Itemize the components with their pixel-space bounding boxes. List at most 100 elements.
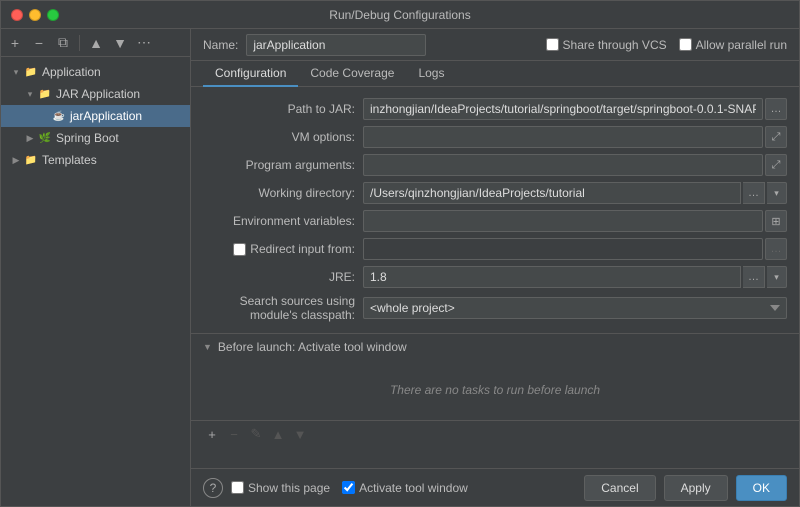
vm-options-row: VM options: ⤢ <box>191 123 799 151</box>
traffic-lights <box>11 9 59 21</box>
path-to-jar-browse-button[interactable]: … <box>765 98 787 120</box>
program-arguments-input[interactable] <box>363 154 763 176</box>
tab-configuration[interactable]: Configuration <box>203 61 298 87</box>
apply-button[interactable]: Apply <box>664 475 728 501</box>
tree-item-application[interactable]: ▾ 📁 Application <box>1 61 190 83</box>
name-input[interactable] <box>246 34 426 56</box>
bottom-bar: ? Show this page Activate tool window Ca <box>191 468 799 506</box>
help-button[interactable]: ? <box>203 478 223 498</box>
move-up-button[interactable]: ▲ <box>86 33 106 53</box>
vm-options-input[interactable] <box>363 126 763 148</box>
working-directory-control: … ▾ <box>363 182 787 204</box>
title-bar: Run/Debug Configurations <box>1 1 799 29</box>
tree-item-jar-app-selected[interactable]: ▶ ☕ jarApplication <box>1 105 190 127</box>
name-bar-right: Share through VCS Allow parallel run <box>546 38 787 52</box>
tree-item-spring-boot[interactable]: ▶ 🌿 Spring Boot <box>1 127 190 149</box>
redirect-control: … <box>363 238 787 260</box>
show-page-label[interactable]: Show this page <box>231 481 330 495</box>
environment-variables-row: Environment variables: ⊞ <box>191 207 799 235</box>
jre-dropdown-button[interactable]: ▾ <box>767 266 787 288</box>
expand-arrow-jar: ▾ <box>23 89 37 100</box>
working-directory-dropdown-button[interactable]: ▾ <box>767 182 787 204</box>
tree-label-spring-boot: Spring Boot <box>56 131 119 145</box>
more-button[interactable]: ⋯ <box>134 33 154 53</box>
maximize-button[interactable] <box>47 9 59 21</box>
before-launch-up-button[interactable]: ▲ <box>269 425 287 443</box>
folder-icon-templates: 📁 <box>23 152 39 168</box>
redirect-browse-button[interactable]: … <box>765 238 787 260</box>
copy-config-button[interactable]: ⧉ <box>53 33 73 53</box>
configuration-panel: Path to JAR: … VM options: ⤢ P <box>191 87 799 468</box>
jre-input[interactable] <box>363 266 741 288</box>
window-title: Run/Debug Configurations <box>329 8 470 22</box>
spring-icon: 🌿 <box>37 130 53 146</box>
before-launch-empty-message: There are no tasks to run before launch <box>390 383 600 397</box>
tree-label-application: Application <box>42 65 101 79</box>
search-sources-control: <whole project> <box>363 297 787 319</box>
redirect-input-field[interactable] <box>363 238 763 260</box>
ok-button[interactable]: OK <box>736 475 787 501</box>
config-tabs: Configuration Code Coverage Logs <box>191 61 799 87</box>
add-config-button[interactable]: + <box>5 33 25 53</box>
path-to-jar-row: Path to JAR: … <box>191 95 799 123</box>
main-content: + − ⧉ ▲ ▼ ⋯ ▾ 📁 Application ▾ <box>1 29 799 506</box>
name-label: Name: <box>203 38 238 52</box>
minimize-button[interactable] <box>29 9 41 21</box>
close-button[interactable] <box>11 9 23 21</box>
working-directory-input[interactable] <box>363 182 741 204</box>
jre-row: JRE: … ▾ <box>191 263 799 291</box>
tree-label-selected: jarApplication <box>70 109 142 123</box>
search-sources-select[interactable]: <whole project> <box>363 297 787 319</box>
before-launch-edit-button[interactable]: ✎ <box>247 425 265 443</box>
redirect-input-row: Redirect input from: … <box>191 235 799 263</box>
toolbar-separator <box>79 35 80 51</box>
bottom-left: ? Show this page Activate tool window <box>203 478 468 498</box>
jre-control: … ▾ <box>363 266 787 288</box>
expand-arrow-spring: ▶ <box>23 133 37 144</box>
working-directory-label: Working directory: <box>203 186 363 200</box>
vm-options-expand-button[interactable]: ⤢ <box>765 126 787 148</box>
search-sources-label: Search sources using module's classpath: <box>203 294 363 322</box>
tab-code-coverage[interactable]: Code Coverage <box>298 61 406 87</box>
right-panel: Name: Share through VCS Allow parallel r… <box>191 29 799 506</box>
expand-arrow-application: ▾ <box>9 67 23 78</box>
folder-icon-application: 📁 <box>23 64 39 80</box>
left-panel: + − ⧉ ▲ ▼ ⋯ ▾ 📁 Application ▾ <box>1 29 191 506</box>
tab-logs[interactable]: Logs <box>406 61 456 87</box>
tree-item-jar-application[interactable]: ▾ 📁 JAR Application <box>1 83 190 105</box>
name-bar: Name: Share through VCS Allow parallel r… <box>191 29 799 61</box>
allow-parallel-checkbox[interactable] <box>679 38 692 51</box>
before-launch-content: There are no tasks to run before launch <box>191 360 799 420</box>
move-down-button[interactable]: ▼ <box>110 33 130 53</box>
before-launch-title: Before launch: Activate tool window <box>218 340 407 354</box>
expand-arrow-templates: ▶ <box>9 155 23 166</box>
before-launch-remove-button[interactable]: − <box>225 425 243 443</box>
show-page-checkbox[interactable] <box>231 481 244 494</box>
before-launch-down-button[interactable]: ▼ <box>291 425 309 443</box>
before-launch-header[interactable]: ▼ Before launch: Activate tool window <box>191 334 799 360</box>
activate-tool-window-checkbox[interactable] <box>342 481 355 494</box>
program-arguments-expand-button[interactable]: ⤢ <box>765 154 787 176</box>
cancel-button[interactable]: Cancel <box>584 475 655 501</box>
share-vcs-checkbox[interactable] <box>546 38 559 51</box>
jre-label: JRE: <box>203 270 363 284</box>
path-to-jar-input[interactable] <box>363 98 763 120</box>
working-directory-browse-button[interactable]: … <box>743 182 765 204</box>
activate-tool-window-label[interactable]: Activate tool window <box>342 481 468 495</box>
config-tree: ▾ 📁 Application ▾ 📁 JAR Application ▶ ☕ … <box>1 57 190 506</box>
before-launch-toolbar: + − ✎ ▲ ▼ <box>191 420 799 447</box>
redirect-checkbox-label[interactable]: Redirect input from: <box>233 242 355 256</box>
path-to-jar-label: Path to JAR: <box>203 102 363 116</box>
before-launch-add-button[interactable]: + <box>203 425 221 443</box>
allow-parallel-label[interactable]: Allow parallel run <box>679 38 787 52</box>
remove-config-button[interactable]: − <box>29 33 49 53</box>
tree-item-templates[interactable]: ▶ 📁 Templates <box>1 149 190 171</box>
environment-variables-input[interactable] <box>363 210 763 232</box>
share-vcs-label[interactable]: Share through VCS <box>546 38 667 52</box>
jre-browse-button[interactable]: … <box>743 266 765 288</box>
environment-variables-edit-button[interactable]: ⊞ <box>765 210 787 232</box>
program-arguments-control: ⤢ <box>363 154 787 176</box>
program-arguments-row: Program arguments: ⤢ <box>191 151 799 179</box>
redirect-input-checkbox[interactable] <box>233 243 246 256</box>
before-launch-section: ▼ Before launch: Activate tool window Th… <box>191 333 799 447</box>
